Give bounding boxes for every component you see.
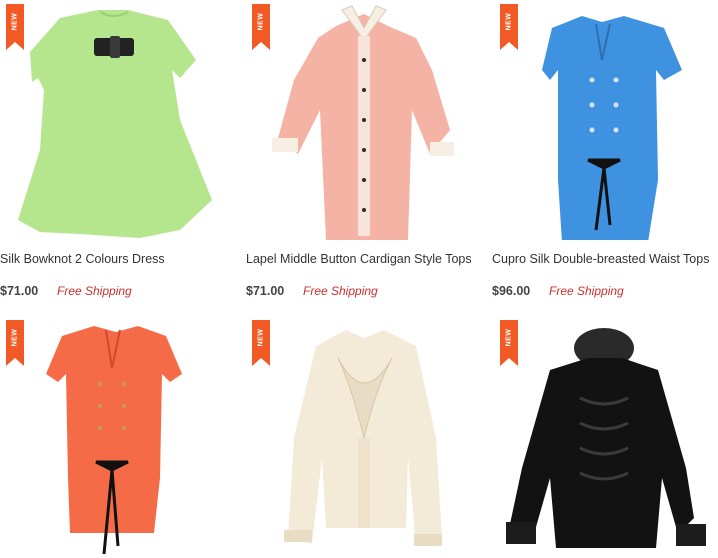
new-badge: NEW bbox=[6, 320, 24, 366]
free-shipping-label: Free Shipping bbox=[303, 284, 378, 298]
new-badge: NEW bbox=[500, 4, 518, 50]
product-title[interactable]: Lapel Middle Button Cardigan Style Tops bbox=[246, 252, 476, 266]
product-price: $71.00 bbox=[246, 284, 285, 298]
free-shipping-label: Free Shipping bbox=[549, 284, 624, 298]
product-title[interactable]: Silk Bowknot 2 Colours Dress bbox=[0, 252, 230, 266]
new-badge: NEW bbox=[252, 4, 270, 50]
product-image[interactable] bbox=[0, 318, 230, 558]
product-image[interactable] bbox=[246, 318, 476, 558]
product-image[interactable] bbox=[492, 0, 718, 240]
product-image[interactable] bbox=[246, 0, 476, 240]
product-price: $96.00 bbox=[492, 284, 531, 298]
product-price: $71.00 bbox=[0, 284, 39, 298]
product-image[interactable] bbox=[0, 0, 230, 240]
product-title[interactable]: Cupro Silk Double-breasted Waist Tops bbox=[492, 252, 718, 266]
new-badge: NEW bbox=[252, 320, 270, 366]
new-badge: NEW bbox=[500, 320, 518, 366]
product-grid: NEW Silk Bowknot 2 Colours Dress $71.00 … bbox=[0, 0, 718, 557]
product-image[interactable] bbox=[492, 318, 718, 558]
free-shipping-label: Free Shipping bbox=[57, 284, 132, 298]
new-badge: NEW bbox=[6, 4, 24, 50]
